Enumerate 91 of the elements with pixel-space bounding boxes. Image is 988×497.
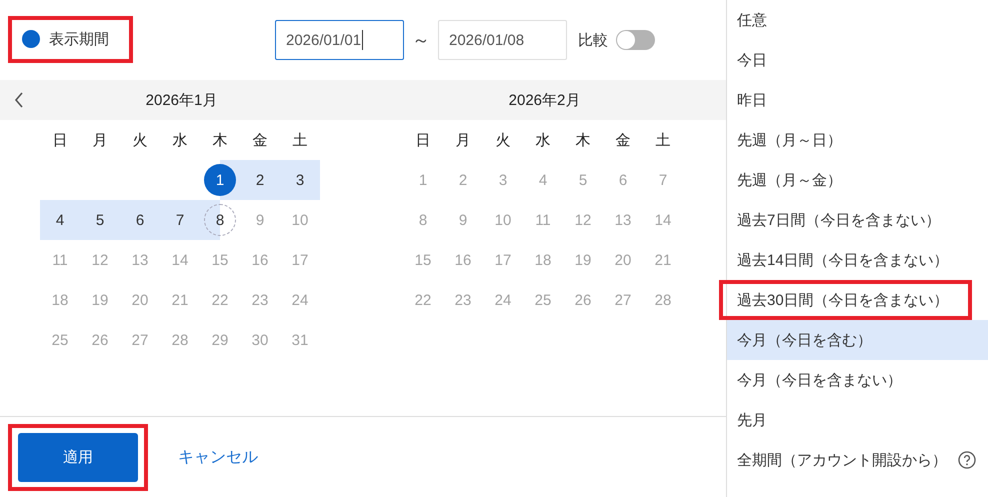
calendar-day: 18 <box>44 284 76 316</box>
preset-item[interactable]: 昨日 <box>727 80 988 120</box>
calendar-day: 6 <box>607 164 639 196</box>
preset-item[interactable]: 今日 <box>727 40 988 80</box>
weekday-label: 火 <box>494 130 512 150</box>
calendar-day: 20 <box>124 284 156 316</box>
weekday-label: 火 <box>132 130 148 150</box>
calendar-day: 12 <box>84 244 116 276</box>
calendar-day: 22 <box>407 284 439 316</box>
range-separator: ～ <box>412 29 430 52</box>
calendar-day: 23 <box>244 284 276 316</box>
calendar-day: 21 <box>164 284 196 316</box>
calendar-day: 23 <box>447 284 479 316</box>
apply-button[interactable]: 適用 <box>18 432 138 482</box>
calendar-day: 17 <box>487 244 519 276</box>
preset-item[interactable]: 全期間（アカウント開設から） <box>727 440 988 480</box>
weekday-label: 金 <box>252 130 268 150</box>
calendar-day: 28 <box>164 324 196 356</box>
calendar-day: 19 <box>84 284 116 316</box>
calendar-day: 7 <box>647 164 679 196</box>
preset-item[interactable]: 過去7日間（今日を含まない） <box>727 200 988 240</box>
start-date-field[interactable]: 2026/01/01 <box>275 20 404 60</box>
weekday-label: 日 <box>414 130 432 150</box>
calendar-day: 10 <box>284 204 316 236</box>
calendar-day: 20 <box>607 244 639 276</box>
preset-item[interactable]: 先週（月～金） <box>727 160 988 200</box>
calendar-day: 29 <box>204 324 236 356</box>
weekday-label: 木 <box>574 130 592 150</box>
compare-label: 比較 <box>578 30 608 50</box>
calendar-day: 27 <box>607 284 639 316</box>
chevron-left-icon[interactable] <box>14 92 24 108</box>
calendar-day: 28 <box>647 284 679 316</box>
weekday-label: 金 <box>614 130 632 150</box>
month-title: 2026年2月 <box>363 80 726 120</box>
calendar-day: 9 <box>447 204 479 236</box>
calendar-day: 16 <box>244 244 276 276</box>
calendar-day: 10 <box>487 204 519 236</box>
weekday-label: 木 <box>212 130 228 150</box>
calendar-day: 1 <box>407 164 439 196</box>
preset-item[interactable]: 過去30日間（今日を含まない） <box>719 280 972 320</box>
preset-item[interactable]: 過去14日間（今日を含まない） <box>727 240 988 280</box>
calendar-day: 22 <box>204 284 236 316</box>
calendar-day: 24 <box>284 284 316 316</box>
calendar-day: 19 <box>567 244 599 276</box>
calendar-day: 14 <box>647 204 679 236</box>
month-title: 2026年1月 <box>0 80 363 120</box>
calendar-day: 2 <box>447 164 479 196</box>
calendar-day: 11 <box>527 204 559 236</box>
calendar-day: 14 <box>164 244 196 276</box>
calendar-day: 25 <box>44 324 76 356</box>
preset-item[interactable]: 任意 <box>727 0 988 40</box>
calendar-day: 30 <box>244 324 276 356</box>
calendar-day: 12 <box>567 204 599 236</box>
weekday-label: 水 <box>534 130 552 150</box>
calendar-day: 13 <box>607 204 639 236</box>
calendar-day: 9 <box>244 204 276 236</box>
calendar-day: 15 <box>204 244 236 276</box>
calendar-day: 25 <box>527 284 559 316</box>
calendar-day: 26 <box>84 324 116 356</box>
calendar-day: 15 <box>407 244 439 276</box>
calendar-day: 17 <box>284 244 316 276</box>
weekday-label: 土 <box>292 130 308 150</box>
calendar-day: 11 <box>44 244 76 276</box>
calendar-day[interactable]: 8 <box>204 204 236 236</box>
weekday-label: 水 <box>172 130 188 150</box>
calendar-day: 13 <box>124 244 156 276</box>
legend-label: 表示期間 <box>49 30 109 48</box>
preset-item[interactable]: 先週（月～日） <box>727 120 988 160</box>
preset-item[interactable]: 今月（今日を含む） <box>727 320 988 360</box>
calendar-day: 16 <box>447 244 479 276</box>
calendar-day[interactable]: 1 <box>204 164 236 196</box>
calendar-day: 18 <box>527 244 559 276</box>
calendar-day: 3 <box>487 164 519 196</box>
calendar-day: 24 <box>487 284 519 316</box>
weekday-label: 月 <box>454 130 472 150</box>
calendar-day: 5 <box>567 164 599 196</box>
weekday-label: 土 <box>654 130 672 150</box>
preset-item[interactable]: 先月 <box>727 400 988 440</box>
cancel-link[interactable]: キャンセル <box>178 446 258 468</box>
preset-item[interactable]: 今月（今日を含まない） <box>727 360 988 400</box>
calendar-day: 21 <box>647 244 679 276</box>
weekday-label: 月 <box>92 130 108 150</box>
calendar-day: 26 <box>567 284 599 316</box>
calendar-day: 31 <box>284 324 316 356</box>
help-icon[interactable] <box>958 451 976 469</box>
calendar-day: 27 <box>124 324 156 356</box>
calendar-day: 4 <box>527 164 559 196</box>
weekday-label: 日 <box>52 130 68 150</box>
compare-toggle[interactable] <box>616 30 655 50</box>
calendar-day: 8 <box>407 204 439 236</box>
end-date-field[interactable]: 2026/01/08 <box>438 20 567 60</box>
